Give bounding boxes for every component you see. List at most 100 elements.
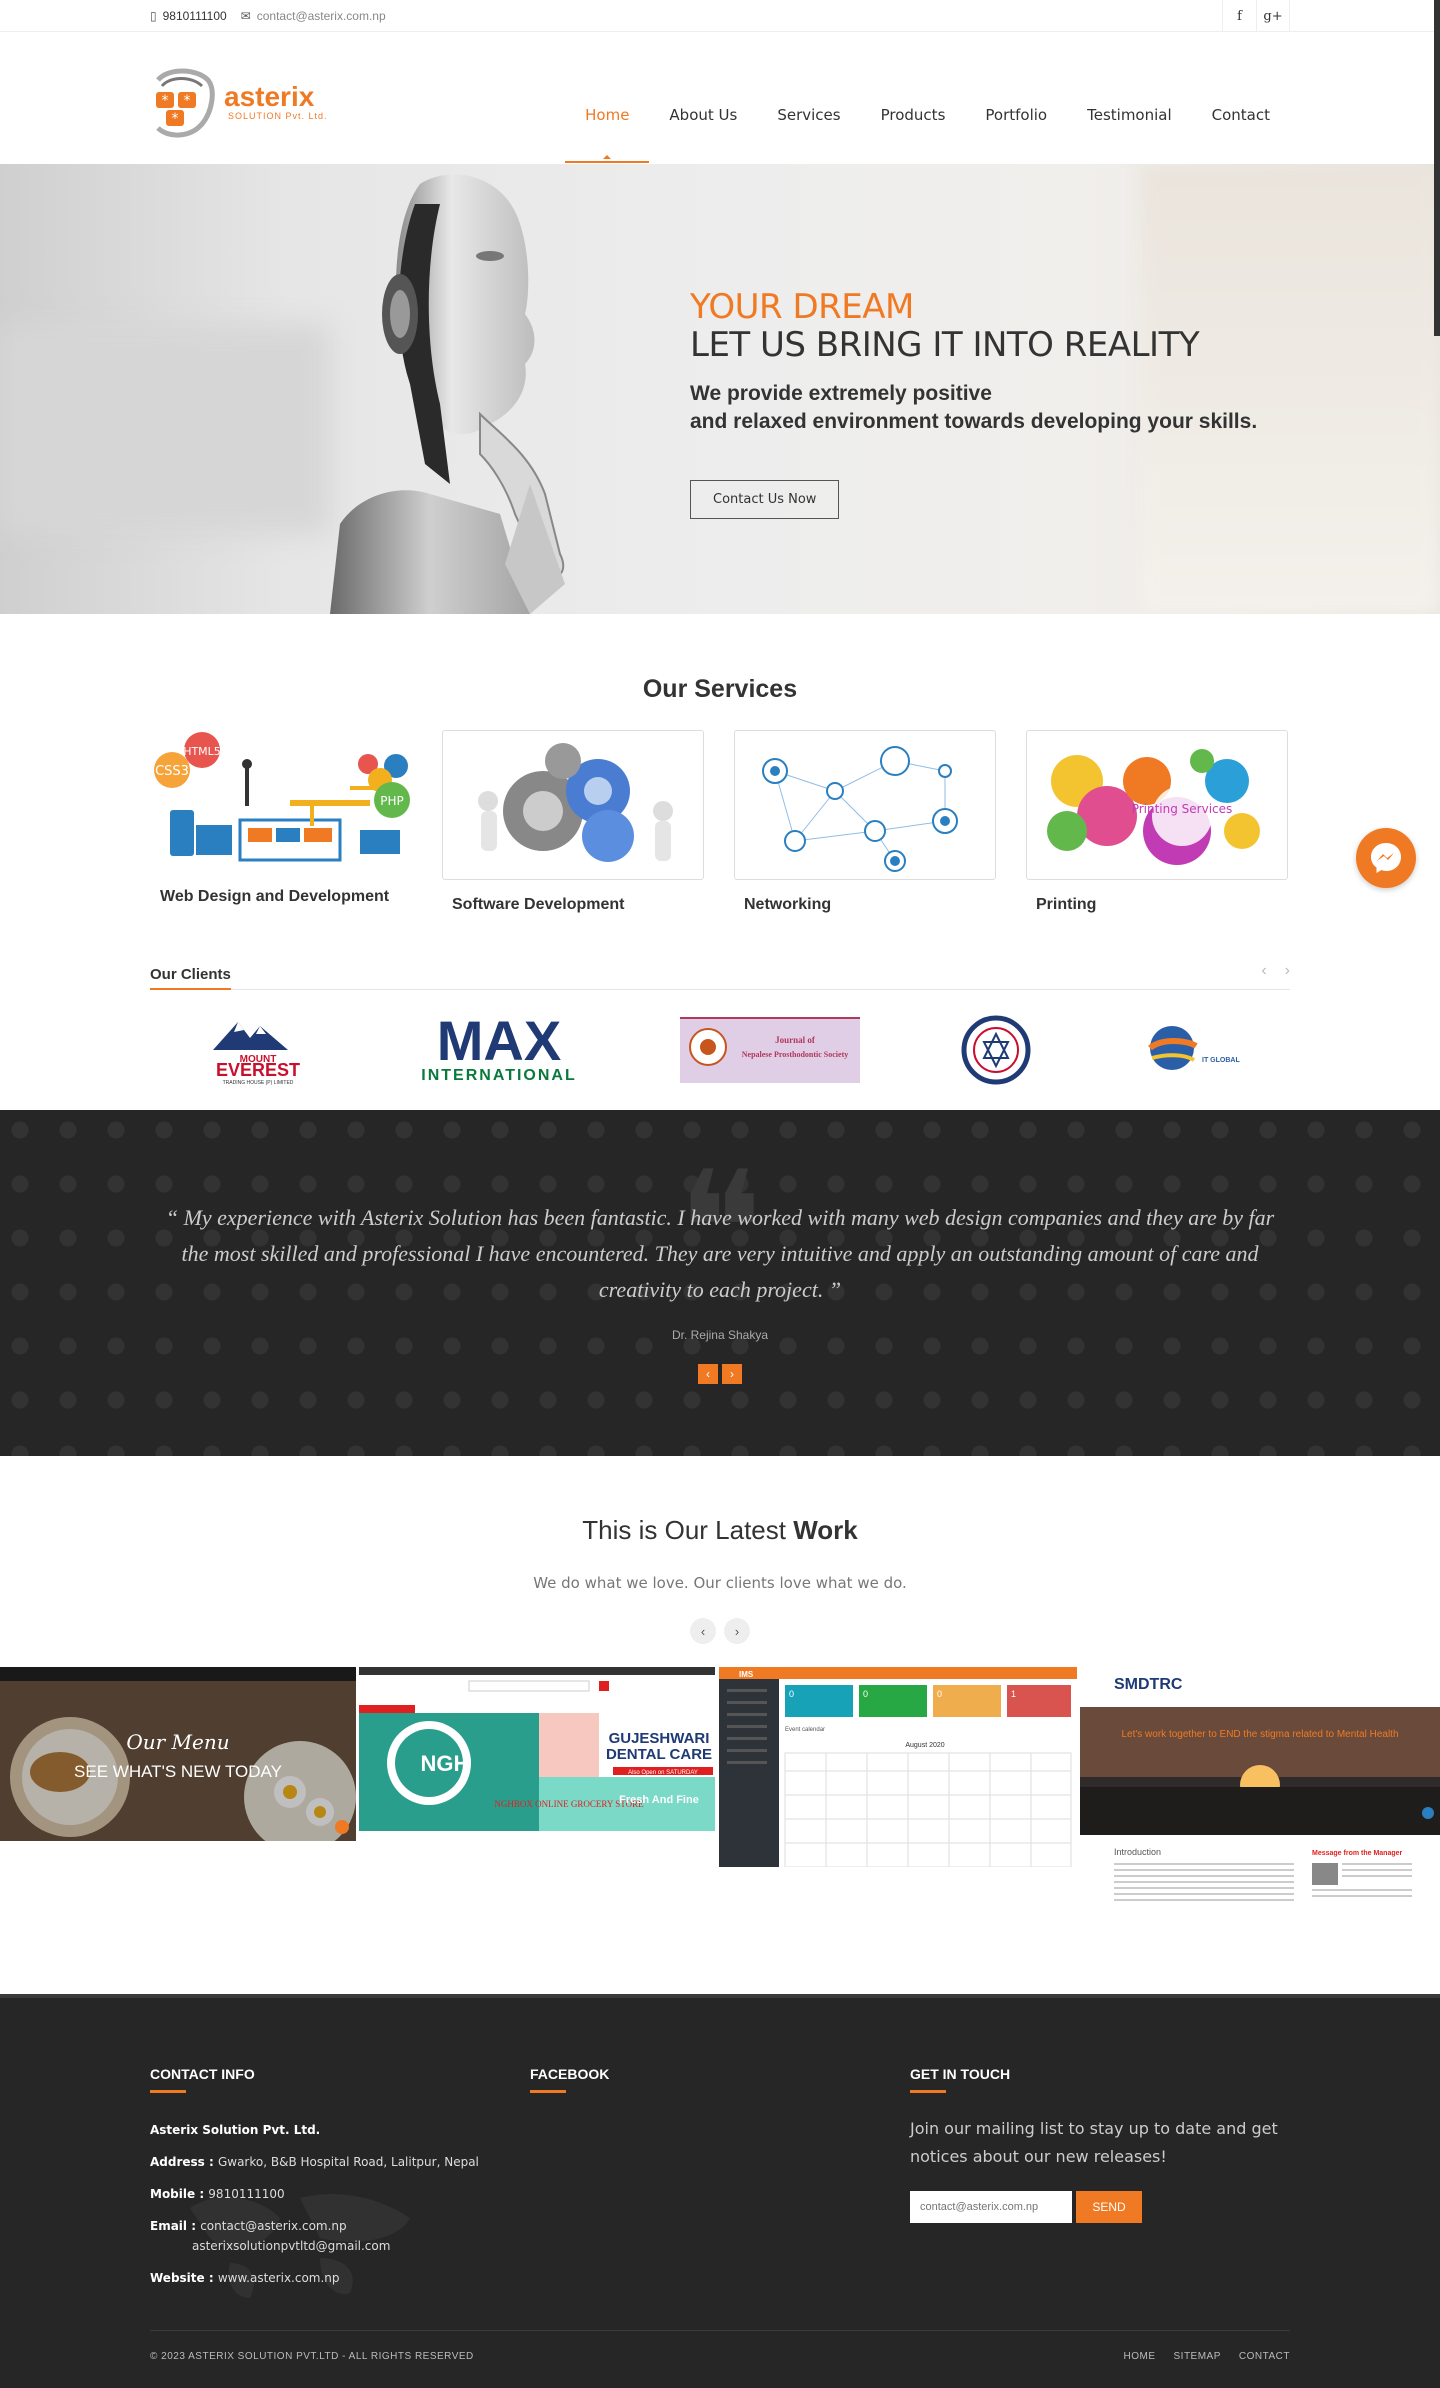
svg-text:GUJESHWARI: GUJESHWARI	[609, 1730, 710, 1747]
nav-portfolio[interactable]: Portfolio	[965, 53, 1067, 133]
svg-text:Event calendar: Event calendar	[785, 1727, 825, 1733]
it-global-logo[interactable]: IT GLOBAL	[1132, 1010, 1242, 1090]
nav-products[interactable]: Products	[861, 53, 966, 133]
footer-facebook-title: FACEBOOK	[530, 2066, 610, 2082]
svg-text:*: *	[184, 93, 191, 109]
printing-services-label: Printing Services	[1132, 802, 1233, 816]
max-international-logo[interactable]: MAX INTERNATIONAL	[414, 1010, 584, 1090]
service-name: Web Design and Development	[160, 888, 390, 905]
svg-text:INTERNATIONAL: INTERNATIONAL	[421, 1067, 576, 1084]
newsletter-email-input[interactable]	[910, 2191, 1072, 2223]
footer-address: Gwarko, B&B Hospital Road, Lalitpur, Nep…	[217, 2155, 479, 2169]
web-design-illustration-icon: CSS3 HTML5 PHP	[154, 732, 410, 862]
work-subtitle: We do what we love. Our clients love wha…	[533, 1574, 907, 1592]
svg-text:NGH: NGH	[421, 1751, 470, 1776]
svg-text:Our Menu: Our Menu	[126, 1730, 229, 1754]
svg-text:IT GLOBAL: IT GLOBAL	[1202, 1057, 1240, 1064]
footer-touch-title: GET IN TOUCH	[910, 2066, 1011, 2082]
svg-text:IMS: IMS	[739, 1670, 754, 1679]
clients-next-icon[interactable]: ›	[1285, 962, 1290, 989]
svg-text:SMDTRC: SMDTRC	[1114, 1676, 1183, 1693]
scrollbar[interactable]	[1434, 0, 1440, 336]
svg-text:Nepalese Prosthodontic Society: Nepalese Prosthodontic Society	[742, 1050, 849, 1059]
school-logo[interactable]	[956, 1010, 1036, 1090]
nav-contact[interactable]: Contact	[1192, 53, 1290, 133]
main-nav: Home About Us Services Products Portfoli…	[565, 27, 1290, 163]
portfolio-shot-ngh-store[interactable]: NGH GUJESHWARI DENTAL CARE Also Open on …	[359, 1667, 715, 1841]
network-illustration-icon	[762, 746, 958, 872]
journal-logo[interactable]: Journal of Nepalese Prosthodontic Societ…	[680, 1017, 860, 1083]
footer-link-sitemap[interactable]: SITEMAP	[1174, 2351, 1221, 2362]
messenger-icon	[1371, 843, 1401, 873]
svg-text:1: 1	[1011, 1689, 1016, 1699]
nav-home[interactable]: Home	[565, 53, 650, 163]
hero-line-4: and relaxed environment towards developi…	[690, 410, 1258, 433]
portfolio-shot-ims-dashboard[interactable]: IMS 0 0 0 1 Event calendar August 2020	[719, 1667, 1077, 1867]
printing-illustration-icon: Printing Services	[1047, 749, 1260, 865]
service-printing[interactable]: Printing Services Printing	[1026, 730, 1288, 914]
top-email[interactable]: contact@asterix.com.np	[257, 9, 386, 23]
svg-text:Let's work together to END the: Let's work together to END the stigma re…	[1121, 1729, 1398, 1740]
footer: CONTACT INFO Asterix Solution Pvt. Ltd. …	[0, 1994, 1440, 2388]
svg-text:August 2020: August 2020	[905, 1742, 944, 1749]
svg-text:*: *	[172, 111, 179, 127]
world-map-icon	[190, 2194, 410, 2298]
work-next-icon[interactable]: ›	[724, 1618, 750, 1644]
svg-text:Fresh And Fine: Fresh And Fine	[619, 1794, 699, 1806]
svg-text:Also Open on SATURDAY: Also Open on SATURDAY	[628, 1770, 698, 1776]
header: * * * asterix SOLUTION Pvt. Ltd. Home Ab…	[0, 32, 1440, 164]
newsletter-send-button[interactable]: SEND	[1076, 2191, 1142, 2223]
clients-prev-icon[interactable]: ‹	[1261, 962, 1266, 989]
service-web-design[interactable]: CSS3 HTML5 PHP Web Design and Developmen…	[150, 730, 412, 914]
svg-text:0: 0	[863, 1689, 868, 1699]
mobile-icon: ▯	[150, 9, 157, 23]
svg-text:Message from the Manager: Message from the Manager	[1312, 1850, 1403, 1857]
footer-facebook: FACEBOOK	[530, 2066, 910, 2303]
service-software[interactable]: Software Development	[442, 730, 704, 914]
svg-text:Introduction: Introduction	[1114, 1847, 1161, 1857]
svg-text:PHP: PHP	[380, 794, 404, 808]
asterix-logo-icon: * * *	[156, 68, 215, 138]
gears-illustration-icon	[478, 743, 673, 862]
hero-line-3: We provide extremely positive	[690, 382, 992, 405]
envelope-icon: ✉	[240, 9, 251, 23]
svg-text:CSS3: CSS3	[155, 764, 189, 779]
testimonial-section: ❝ “ My experience with Asterix Solution …	[0, 1110, 1440, 1456]
copyright: © 2023 ASTERIX SOLUTION PVT.LTD - ALL RI…	[150, 2351, 474, 2362]
svg-text:EVEREST: EVEREST	[216, 1060, 300, 1080]
footer-touch-desc: Join our mailing list to stay up to date…	[910, 2119, 1278, 2166]
hero-line-1: YOUR DREAM	[690, 287, 914, 327]
work-title: This is Our Latest Work	[582, 1515, 858, 1545]
site-logo[interactable]: * * * asterix SOLUTION Pvt. Ltd.	[150, 62, 328, 142]
latest-work-section: This is Our Latest Work We do what we lo…	[0, 1456, 1440, 1986]
logo-brand: asterix	[224, 81, 315, 112]
mount-everest-logo[interactable]: MOUNT EVEREST TRADING HOUSE (P) LIMITED	[198, 1010, 318, 1090]
footer-link-contact[interactable]: CONTACT	[1239, 2351, 1290, 2362]
testimonial-author: Dr. Rejina Shakya	[671, 1328, 769, 1342]
messenger-chat-button[interactable]	[1356, 828, 1416, 888]
testimonial-next-icon[interactable]: ›	[722, 1364, 742, 1384]
services-section: Our Services CSS3 HTML5 PHP Web Design a…	[0, 614, 1440, 1110]
robot-image	[330, 174, 565, 614]
hero-line-2: LET US BRING IT INTO REALITY	[690, 325, 1200, 365]
contact-us-button[interactable]: Contact Us Now	[690, 480, 840, 519]
svg-text:TRADING HOUSE (P) LIMITED: TRADING HOUSE (P) LIMITED	[223, 1080, 294, 1086]
svg-text:*: *	[162, 93, 169, 109]
testimonial-prev-icon[interactable]: ‹	[698, 1364, 718, 1384]
nav-services[interactable]: Services	[757, 53, 860, 133]
svg-text:SEE WHAT'S NEW TODAY: SEE WHAT'S NEW TODAY	[74, 1762, 282, 1781]
nav-testimonial[interactable]: Testimonial	[1067, 53, 1192, 133]
work-prev-icon[interactable]: ‹	[690, 1618, 716, 1644]
clients-title: Our Clients	[150, 958, 231, 990]
nav-about-us[interactable]: About Us	[649, 53, 757, 133]
portfolio-shot-restaurant[interactable]: Our Menu SEE WHAT'S NEW TODAY	[0, 1667, 356, 1841]
top-contact: ▯ 9810111100 ✉ contact@asterix.com.np	[150, 9, 386, 23]
svg-text:MAX: MAX	[437, 1010, 561, 1072]
footer-get-in-touch: GET IN TOUCH Join our mailing list to st…	[910, 2066, 1290, 2303]
service-networking[interactable]: Networking	[734, 730, 996, 914]
svg-text:DENTAL CARE: DENTAL CARE	[606, 1746, 712, 1763]
footer-link-home[interactable]: HOME	[1124, 2351, 1156, 2362]
svg-text:0: 0	[789, 1689, 794, 1699]
portfolio-shot-smdtrc[interactable]: SMDTRC Let's work together to END the st…	[1080, 1667, 1440, 1927]
service-name: Networking	[744, 896, 832, 913]
